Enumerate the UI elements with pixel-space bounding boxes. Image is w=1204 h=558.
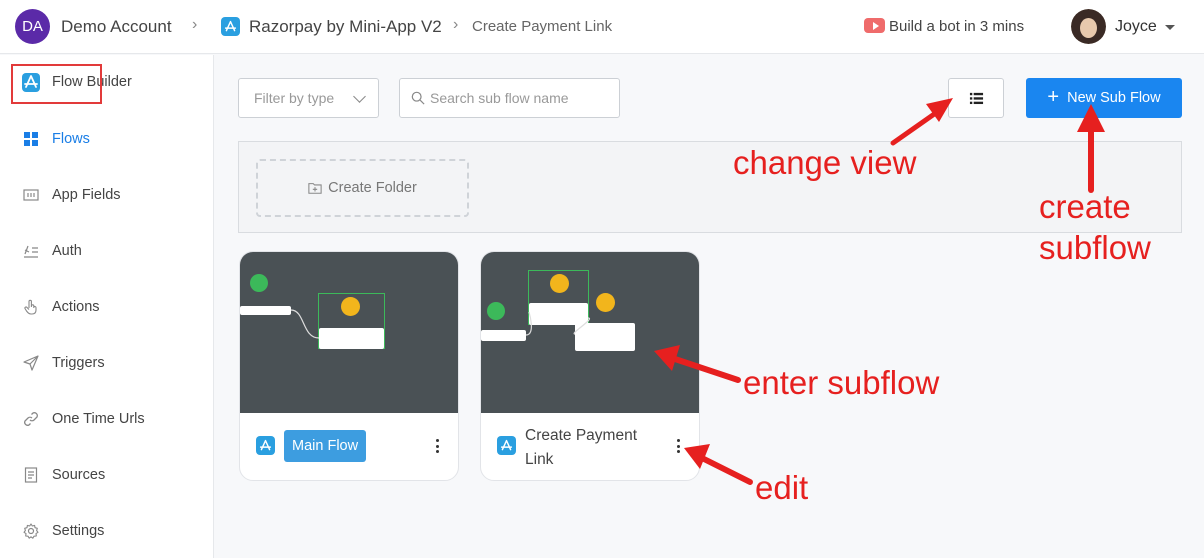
sidebar-item-flows[interactable]: Flows [0,119,214,159]
create-folder-label: Create Folder [328,180,417,196]
fields-icon [22,186,40,204]
build-bot-link[interactable]: Build a bot in 3 mins [889,18,1024,35]
flow-card-title[interactable]: Create Payment Link [525,424,665,472]
sidebar-item-label: Actions [52,299,100,315]
user-menu-name[interactable]: Joyce [1115,18,1157,36]
annotation-enter-subflow: enter subflow [743,364,940,401]
search-input[interactable] [430,87,615,109]
sidebar-item-app-fields[interactable]: App Fields [0,175,214,215]
search-icon [411,91,425,105]
create-folder-button[interactable]: Create Folder [256,159,469,217]
flow-card-create-payment-link[interactable]: Create Payment Link [480,251,700,481]
breadcrumb-app[interactable]: Razorpay by Mini-App V2 [249,17,442,37]
folder-plus-icon [308,183,322,194]
sidebar-item-triggers[interactable]: Triggers [0,343,214,383]
document-icon [22,466,40,484]
filter-placeholder: Filter by type [254,90,335,106]
sidebar-item-auth[interactable]: Auth [0,231,214,271]
sidebar: Flow Builder Flows App Fields Auth Actio… [0,55,214,558]
chevron-down-icon [353,90,366,103]
sidebar-item-label: App Fields [52,187,121,203]
annotation-edit: edit [755,469,809,506]
gear-icon [22,522,40,540]
list-view-icon [969,92,983,104]
search-box [399,78,620,118]
sidebar-item-label: Auth [52,243,82,259]
preview-connector [525,311,591,336]
sidebar-item-label: Triggers [52,355,105,371]
flow-preview[interactable] [240,252,458,413]
flow-card-main[interactable]: Main Flow [239,251,459,481]
auth-icon [22,242,40,260]
sidebar-item-label: One Time Urls [52,411,145,427]
change-view-button[interactable] [948,78,1004,118]
user-avatar[interactable] [1071,9,1106,44]
sidebar-item-settings[interactable]: Settings [0,511,214,551]
sidebar-item-actions[interactable]: Actions [0,287,214,327]
more-options-icon[interactable] [676,439,680,453]
preview-connector [290,309,320,339]
grid-icon [22,130,40,148]
breadcrumb-separator-icon: › [192,16,198,33]
app-store-icon [221,17,240,36]
breadcrumb-separator-icon: › [453,16,459,33]
top-header: DA Demo Account › Razorpay by Mini-App V… [0,0,1204,54]
annotation-create-subflow-line2: subflow [1039,229,1151,266]
filter-by-type-select[interactable]: Filter by type [238,78,379,118]
sidebar-item-one-time-urls[interactable]: One Time Urls [0,399,214,439]
sidebar-item-label: Flows [52,131,90,147]
hand-pointer-icon [22,298,40,316]
link-icon [22,410,40,428]
avatar-face [1080,18,1097,38]
sidebar-item-sources[interactable]: Sources [0,455,214,495]
sidebar-item-label: Settings [52,523,105,539]
caret-down-icon[interactable] [1165,25,1175,30]
flows-highlight-box [11,64,102,104]
sidebar-item-label: Sources [52,467,106,483]
account-avatar[interactable]: DA [15,9,50,44]
send-icon [22,354,40,372]
youtube-icon[interactable] [864,18,885,33]
app-store-icon [256,436,275,455]
annotation-change-view: change view [733,144,917,181]
more-options-icon[interactable] [435,439,439,453]
flow-preview[interactable] [481,252,699,413]
breadcrumb-current-page: Create Payment Link [472,18,613,35]
plus-icon: + [1047,86,1060,108]
breadcrumb-account[interactable]: Demo Account [61,17,172,37]
new-sub-flow-button[interactable]: + New Sub Flow [1026,78,1182,118]
annotation-create-subflow-line1: create [1039,188,1131,225]
new-sub-flow-label: New Sub Flow [1067,90,1161,106]
app-store-icon [497,436,516,455]
main-flow-badge[interactable]: Main Flow [284,430,367,462]
